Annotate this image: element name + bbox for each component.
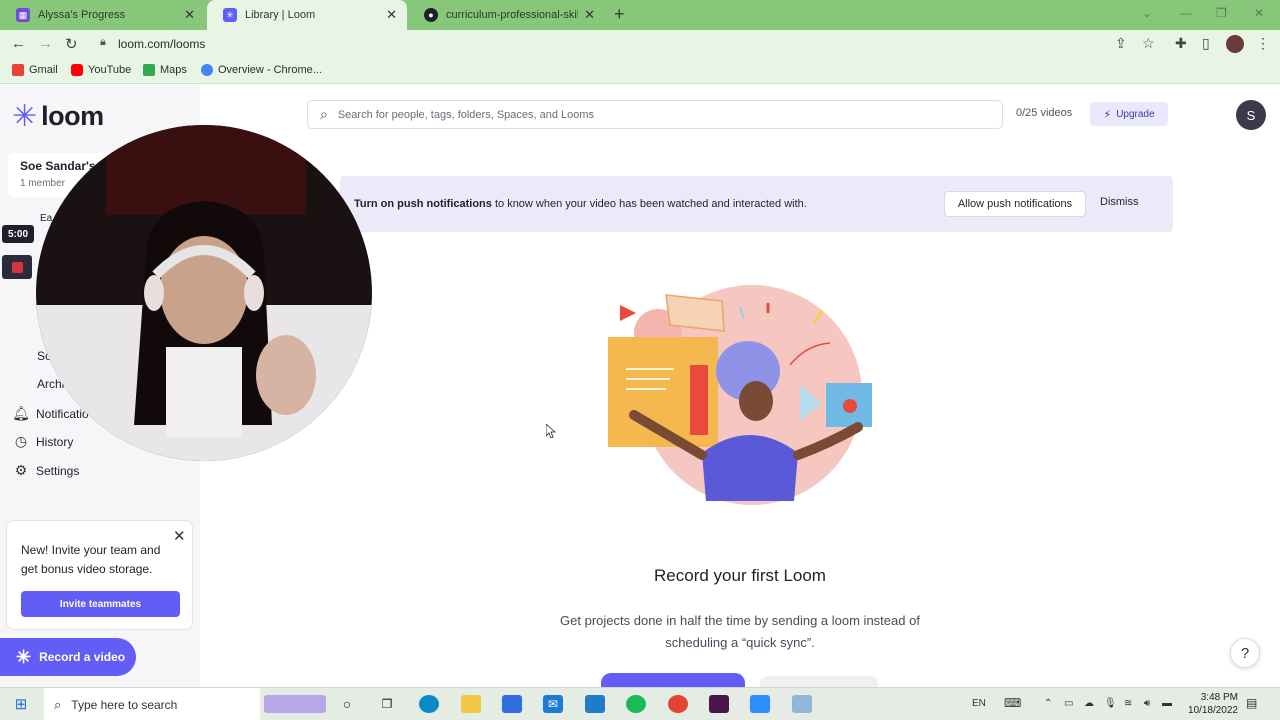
github-icon: ●	[424, 8, 438, 22]
search-icon: ⌕	[54, 696, 62, 712]
maps-icon	[143, 64, 155, 76]
store-icon[interactable]	[502, 695, 522, 713]
clock-icon: ◷	[14, 433, 28, 449]
file-explorer-icon[interactable]	[461, 695, 481, 713]
recording-timer: 5:00	[2, 225, 34, 243]
camera-bubble[interactable]	[36, 125, 372, 461]
bookmarks-bar: Gmail YouTube Maps Overview - Chrome...	[0, 58, 1280, 84]
mail-icon[interactable]: ✉	[543, 695, 563, 713]
language-indicator[interactable]: EN	[972, 698, 986, 709]
side-panel-icon[interactable]: ▯	[1202, 35, 1210, 52]
invite-teammates-button[interactable]: Invite teammates	[21, 591, 180, 617]
banner-message: Turn on push notifications to know when …	[354, 198, 807, 210]
zoom-icon[interactable]	[750, 695, 770, 713]
gmail-icon	[12, 64, 24, 76]
vscode-icon[interactable]	[585, 695, 605, 713]
windows-taskbar: ⊞ ⌕ Type here to search ○ ❒ ✉ EN ⌨ ⌃ ▭ ☁…	[0, 687, 1280, 720]
empty-state-title: Record your first Loom	[654, 566, 826, 585]
dismiss-button[interactable]: Dismiss	[1100, 196, 1139, 208]
maximize-icon[interactable]: ❐	[1216, 6, 1227, 20]
close-tab-icon[interactable]: ✕	[184, 7, 195, 23]
app-icon[interactable]	[792, 695, 812, 713]
empty-state-illustration	[608, 285, 872, 505]
new-tab-button[interactable]: +	[614, 4, 625, 25]
mouse-cursor-icon	[546, 424, 556, 438]
loom-logo[interactable]: ✳ loom	[12, 101, 104, 132]
close-tab-icon[interactable]: ✕	[386, 7, 397, 23]
lightning-icon: ⚡︎	[1103, 108, 1112, 121]
back-arrow-icon[interactable]: ←	[11, 35, 26, 52]
address-bar[interactable]: loom.com/looms	[118, 37, 205, 51]
close-tab-icon[interactable]: ✕	[584, 7, 595, 23]
search-bar[interactable]: ⌕	[307, 100, 1003, 129]
sidebar-item-settings[interactable]: ⚙ Settings	[12, 462, 80, 479]
promo-text: New! Invite your team and get bonus vide…	[21, 543, 161, 576]
bell-icon: 🔔︎	[12, 405, 30, 421]
loom-star-icon: ✳	[12, 99, 38, 133]
chrome-icon[interactable]	[668, 695, 688, 713]
microphone-icon[interactable]: 🎙︎	[1104, 698, 1117, 709]
spotify-icon[interactable]	[626, 695, 646, 713]
browser-toolbar: ← → ↻ 🔒︎ loom.com/looms ⇪ ☆ ✚ ▯ ⋮	[0, 30, 1280, 58]
taskbar-clock[interactable]: 3:48 PM 10/18/2022	[1180, 691, 1238, 717]
stop-recording-button[interactable]	[2, 255, 32, 279]
wifi-icon[interactable]: ≋	[1124, 698, 1132, 709]
upgrade-button[interactable]: ⚡︎ Upgrade	[1090, 102, 1168, 126]
invite-promo-card: New! Invite your team and get bonus vide…	[6, 520, 193, 630]
cortana-icon[interactable]: ○	[337, 695, 357, 713]
windows-start-icon[interactable]: ⊞	[11, 695, 31, 713]
pages-icon: ▦	[16, 8, 30, 22]
gear-icon: ⚙	[14, 462, 28, 478]
sidebar-item-notifications[interactable]: 🔔︎ Notificatio	[12, 405, 89, 422]
share-icon[interactable]: ⇪	[1115, 35, 1127, 52]
taskbar-search[interactable]: ⌕ Type here to search	[44, 688, 260, 720]
tab-library-loom[interactable]: ✳ Library | Loom ✕	[207, 0, 407, 30]
browser-tab-bar: ▦ Alyssa's Progress ✕ ✳ Library | Loom ✕…	[0, 0, 1280, 30]
edge-icon[interactable]	[419, 695, 439, 713]
bookmark-youtube[interactable]: YouTube	[71, 64, 131, 76]
push-notification-banner: Turn on push notifications to know when …	[340, 176, 1173, 232]
reload-icon[interactable]: ↻	[65, 35, 78, 53]
star-icon[interactable]: ☆	[1142, 35, 1155, 52]
forward-arrow-icon[interactable]: →	[38, 35, 53, 52]
loom-star-icon: ✳	[16, 646, 32, 667]
search-icon: ⌕	[320, 106, 328, 122]
minimize-icon[interactable]: —	[1180, 6, 1192, 20]
youtube-icon	[71, 64, 83, 76]
allow-push-notifications-button[interactable]: Allow push notifications	[944, 191, 1086, 217]
weather-widget-icon[interactable]	[264, 695, 326, 713]
tab-github[interactable]: ● curriculum-professional-skills/w ✕	[408, 0, 605, 30]
cloud-icon[interactable]: ☁	[1084, 698, 1094, 709]
battery-tray-icon[interactable]: ▭	[1064, 698, 1073, 709]
search-input[interactable]	[337, 108, 958, 121]
more-menu-icon[interactable]: ⋮	[1256, 35, 1270, 52]
loom-icon: ✳	[223, 8, 237, 22]
chevron-down-icon[interactable]: ⌄	[1142, 6, 1152, 20]
close-icon[interactable]: ✕	[173, 527, 186, 545]
keyboard-icon[interactable]: ⌨	[1004, 696, 1021, 710]
empty-state-description: Get projects done in half the time by se…	[560, 613, 920, 650]
bookmark-maps[interactable]: Maps	[143, 64, 187, 76]
chevron-up-icon[interactable]: ⌃	[1044, 698, 1052, 709]
record-video-button[interactable]: ✳ Record a video	[0, 638, 136, 676]
videos-count: 0/25 videos	[1016, 107, 1073, 119]
slack-icon[interactable]	[709, 695, 729, 713]
browser-profile-avatar[interactable]	[1226, 35, 1244, 53]
tab-alyssas-progress[interactable]: ▦ Alyssa's Progress ✕	[0, 0, 205, 30]
sidebar-item-history[interactable]: ◷ History	[12, 433, 73, 450]
help-button[interactable]: ?	[1230, 638, 1260, 668]
user-avatar[interactable]: S	[1236, 100, 1266, 130]
battery-icon[interactable]: ▬	[1162, 698, 1172, 709]
extensions-icon[interactable]: ✚	[1175, 35, 1187, 52]
bookmark-gmail[interactable]: Gmail	[12, 64, 58, 76]
bookmark-chrome-overview[interactable]: Overview - Chrome...	[201, 64, 322, 76]
task-view-icon[interactable]: ❒	[377, 695, 397, 713]
close-window-icon[interactable]: ✕	[1254, 6, 1264, 20]
lock-icon[interactable]: 🔒︎	[100, 36, 106, 49]
notification-center-icon[interactable]: ▤	[1246, 696, 1257, 710]
stop-icon	[11, 261, 23, 273]
chrome-icon	[201, 64, 213, 76]
volume-icon[interactable]: 🔊︎	[1144, 698, 1150, 709]
